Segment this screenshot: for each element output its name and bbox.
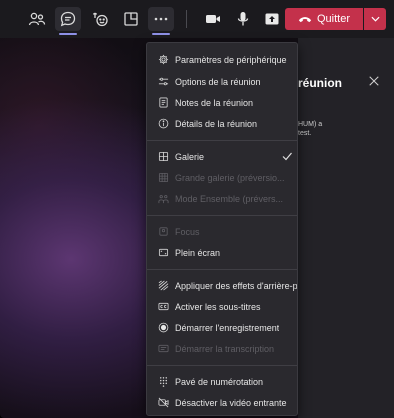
- menu-item-large-gallery[interactable]: Grande galerie (préversio...: [147, 167, 297, 188]
- menu-item-label: Appliquer des effets d'arrière-p: [175, 280, 298, 291]
- notes-icon: [157, 97, 169, 109]
- menu-item-together-mode[interactable]: Mode Ensemble (prévers...: [147, 188, 297, 209]
- info-icon: [157, 118, 169, 130]
- camera-icon[interactable]: [200, 7, 226, 31]
- sliders-icon: [157, 76, 169, 88]
- menu-item-label: Activer les sous-titres: [175, 301, 261, 312]
- meeting-details-panel: réunion HUM) a test.: [298, 38, 394, 418]
- quit-label: Quitter: [316, 13, 350, 25]
- menu-item-label: Plein écran: [175, 247, 221, 258]
- quit-dropdown-button[interactable]: [364, 8, 386, 30]
- record-icon: [157, 322, 169, 334]
- meeting-window: réunion HUM) a test. Quitter Paramètres …: [0, 0, 394, 418]
- menu-item-label: Galerie: [175, 151, 205, 162]
- panel-text: HUM) a test.: [298, 120, 378, 138]
- menu-divider: [147, 215, 297, 216]
- together-mode-icon: [157, 193, 169, 205]
- close-icon[interactable]: [368, 74, 382, 88]
- menu-item-captions[interactable]: Activer les sous-titres: [147, 296, 297, 317]
- menu-item-gallery[interactable]: Galerie: [147, 146, 297, 167]
- background-effects-icon: [157, 280, 169, 292]
- menu-item-focus[interactable]: Focus: [147, 221, 297, 242]
- video-off-icon: [157, 397, 169, 409]
- fullscreen-icon: [157, 247, 169, 259]
- menu-divider: [147, 140, 297, 141]
- chat-icon[interactable]: [55, 7, 81, 35]
- meeting-toolbar: Quitter: [0, 0, 394, 38]
- panel-text-line: test.: [298, 130, 312, 137]
- menu-item-label: Focus: [175, 226, 200, 237]
- chevron-down-icon: [370, 16, 380, 22]
- captions-icon: [157, 301, 169, 313]
- menu-item-label: Notes de la réunion: [175, 97, 254, 108]
- menu-divider: [147, 365, 297, 366]
- mic-icon[interactable]: [230, 7, 256, 31]
- menu-item-device-settings[interactable]: Paramètres de périphérique: [147, 49, 297, 70]
- menu-item-disable-incoming-video[interactable]: Désactiver la vidéo entrante: [147, 392, 297, 413]
- menu-item-label: Démarrer l'enregistrement: [175, 322, 280, 333]
- menu-divider: [147, 269, 297, 270]
- people-icon[interactable]: [24, 7, 50, 31]
- menu-item-background-effects[interactable]: Appliquer des effets d'arrière-p: [147, 275, 298, 296]
- menu-item-label: Mode Ensemble (prévers...: [175, 193, 284, 204]
- reactions-icon[interactable]: [87, 7, 113, 31]
- menu-item-label: Démarrer la transcription: [175, 343, 275, 354]
- menu-item-fullscreen[interactable]: Plein écran: [147, 242, 297, 263]
- menu-item-label: Pavé de numérotation: [175, 376, 264, 387]
- panel-text-line: HUM) a: [298, 121, 323, 128]
- menu-item-label: Options de la réunion: [175, 76, 261, 87]
- gallery-icon: [157, 151, 169, 163]
- more-actions-menu: Paramètres de périphérique Options de la…: [146, 42, 298, 416]
- menu-item-label: Détails de la réunion: [175, 118, 258, 129]
- more-icon[interactable]: [148, 7, 174, 35]
- menu-item-start-transcript[interactable]: Démarrer la transcription: [147, 338, 297, 359]
- quit-button[interactable]: Quitter: [285, 8, 363, 30]
- menu-item-label: Grande galerie (préversio...: [175, 172, 285, 183]
- panel-title: réunion: [298, 76, 342, 90]
- menu-item-meeting-details[interactable]: Détails de la réunion: [147, 113, 297, 134]
- toolbar-divider: [186, 10, 187, 28]
- menu-item-start-recording[interactable]: Démarrer l'enregistrement: [147, 317, 297, 338]
- large-gallery-icon: [157, 172, 169, 184]
- phone-icon: [298, 15, 312, 24]
- checkmark-icon: [281, 150, 293, 162]
- gear-icon: [157, 54, 169, 66]
- transcript-icon: [157, 343, 169, 355]
- rooms-icon[interactable]: [118, 7, 144, 31]
- menu-item-meeting-notes[interactable]: Notes de la réunion: [147, 92, 297, 113]
- menu-item-label: Désactiver la vidéo entrante: [175, 397, 287, 408]
- menu-item-label: Paramètres de périphérique: [175, 54, 287, 65]
- dialpad-icon: [157, 376, 169, 388]
- focus-icon: [157, 226, 169, 238]
- menu-item-dialpad[interactable]: Pavé de numérotation: [147, 371, 297, 392]
- menu-item-meeting-options[interactable]: Options de la réunion: [147, 71, 297, 92]
- share-icon[interactable]: [259, 7, 285, 31]
